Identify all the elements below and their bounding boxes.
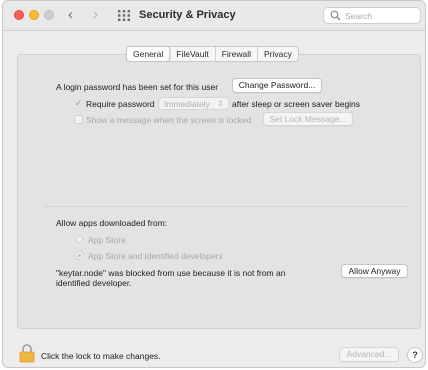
select-arrows-icon: ⇳ xyxy=(217,99,224,108)
search-field[interactable]: Search xyxy=(323,7,421,24)
tab-general[interactable]: General xyxy=(127,47,171,61)
close-window-button[interactable] xyxy=(14,10,24,20)
blocked-message-line1: "keytar.node" was blocked from use becau… xyxy=(56,268,286,278)
show-all-grid-icon[interactable] xyxy=(118,10,130,21)
show-message-checkbox[interactable] xyxy=(74,115,83,124)
set-lock-message-button[interactable]: Set Lock Message... xyxy=(263,112,353,126)
help-button[interactable]: ? xyxy=(407,347,423,363)
show-message-label: Show a message when the screen is locked xyxy=(86,115,252,125)
minimize-window-button[interactable] xyxy=(29,10,39,20)
forward-button[interactable]: › xyxy=(93,7,98,23)
login-password-text: A login password has been set for this u… xyxy=(56,82,219,92)
title-bar: ‹ › Security & Privacy Search xyxy=(3,1,425,31)
change-password-button[interactable]: Change Password... xyxy=(232,78,322,93)
advanced-button[interactable]: Advanced... xyxy=(339,347,399,362)
search-placeholder: Search xyxy=(345,11,372,21)
require-password-label: Require password xyxy=(86,99,155,109)
require-password-delay-value: Immediately xyxy=(164,99,210,109)
window-title: Security & Privacy xyxy=(139,9,236,21)
radio-app-store[interactable] xyxy=(76,236,83,243)
radio-app-store-identified-label: App Store and identified developers xyxy=(88,251,223,261)
blocked-message-line2: identified developer. xyxy=(56,278,132,288)
after-sleep-text: after sleep or screen saver begins xyxy=(232,99,361,109)
lock-instruction-text: Click the lock to make changes. xyxy=(41,351,161,361)
tab-firewall[interactable]: Firewall xyxy=(216,47,258,61)
radio-app-store-label: App Store xyxy=(88,235,126,245)
allow-anyway-button[interactable]: Allow Anyway xyxy=(341,264,408,278)
lock-icon[interactable] xyxy=(19,343,35,363)
general-panel: A login password has been set for this u… xyxy=(17,54,421,329)
back-button[interactable]: ‹ xyxy=(68,7,73,23)
allow-apps-heading: Allow apps downloaded from: xyxy=(56,218,168,228)
tab-privacy[interactable]: Privacy xyxy=(258,47,298,61)
radio-app-store-identified[interactable] xyxy=(76,252,83,259)
preferences-window: ‹ › Security & Privacy Search General Fi… xyxy=(2,0,426,368)
require-password-checkbox[interactable]: ✓ xyxy=(74,99,83,108)
require-password-delay-select[interactable]: Immediately ⇳ xyxy=(158,97,229,110)
tab-bar: General FileVault Firewall Privacy xyxy=(126,46,299,62)
section-divider xyxy=(44,206,408,207)
search-icon xyxy=(330,10,341,21)
tab-filevault[interactable]: FileVault xyxy=(170,47,216,61)
zoom-window-button[interactable] xyxy=(44,10,54,20)
